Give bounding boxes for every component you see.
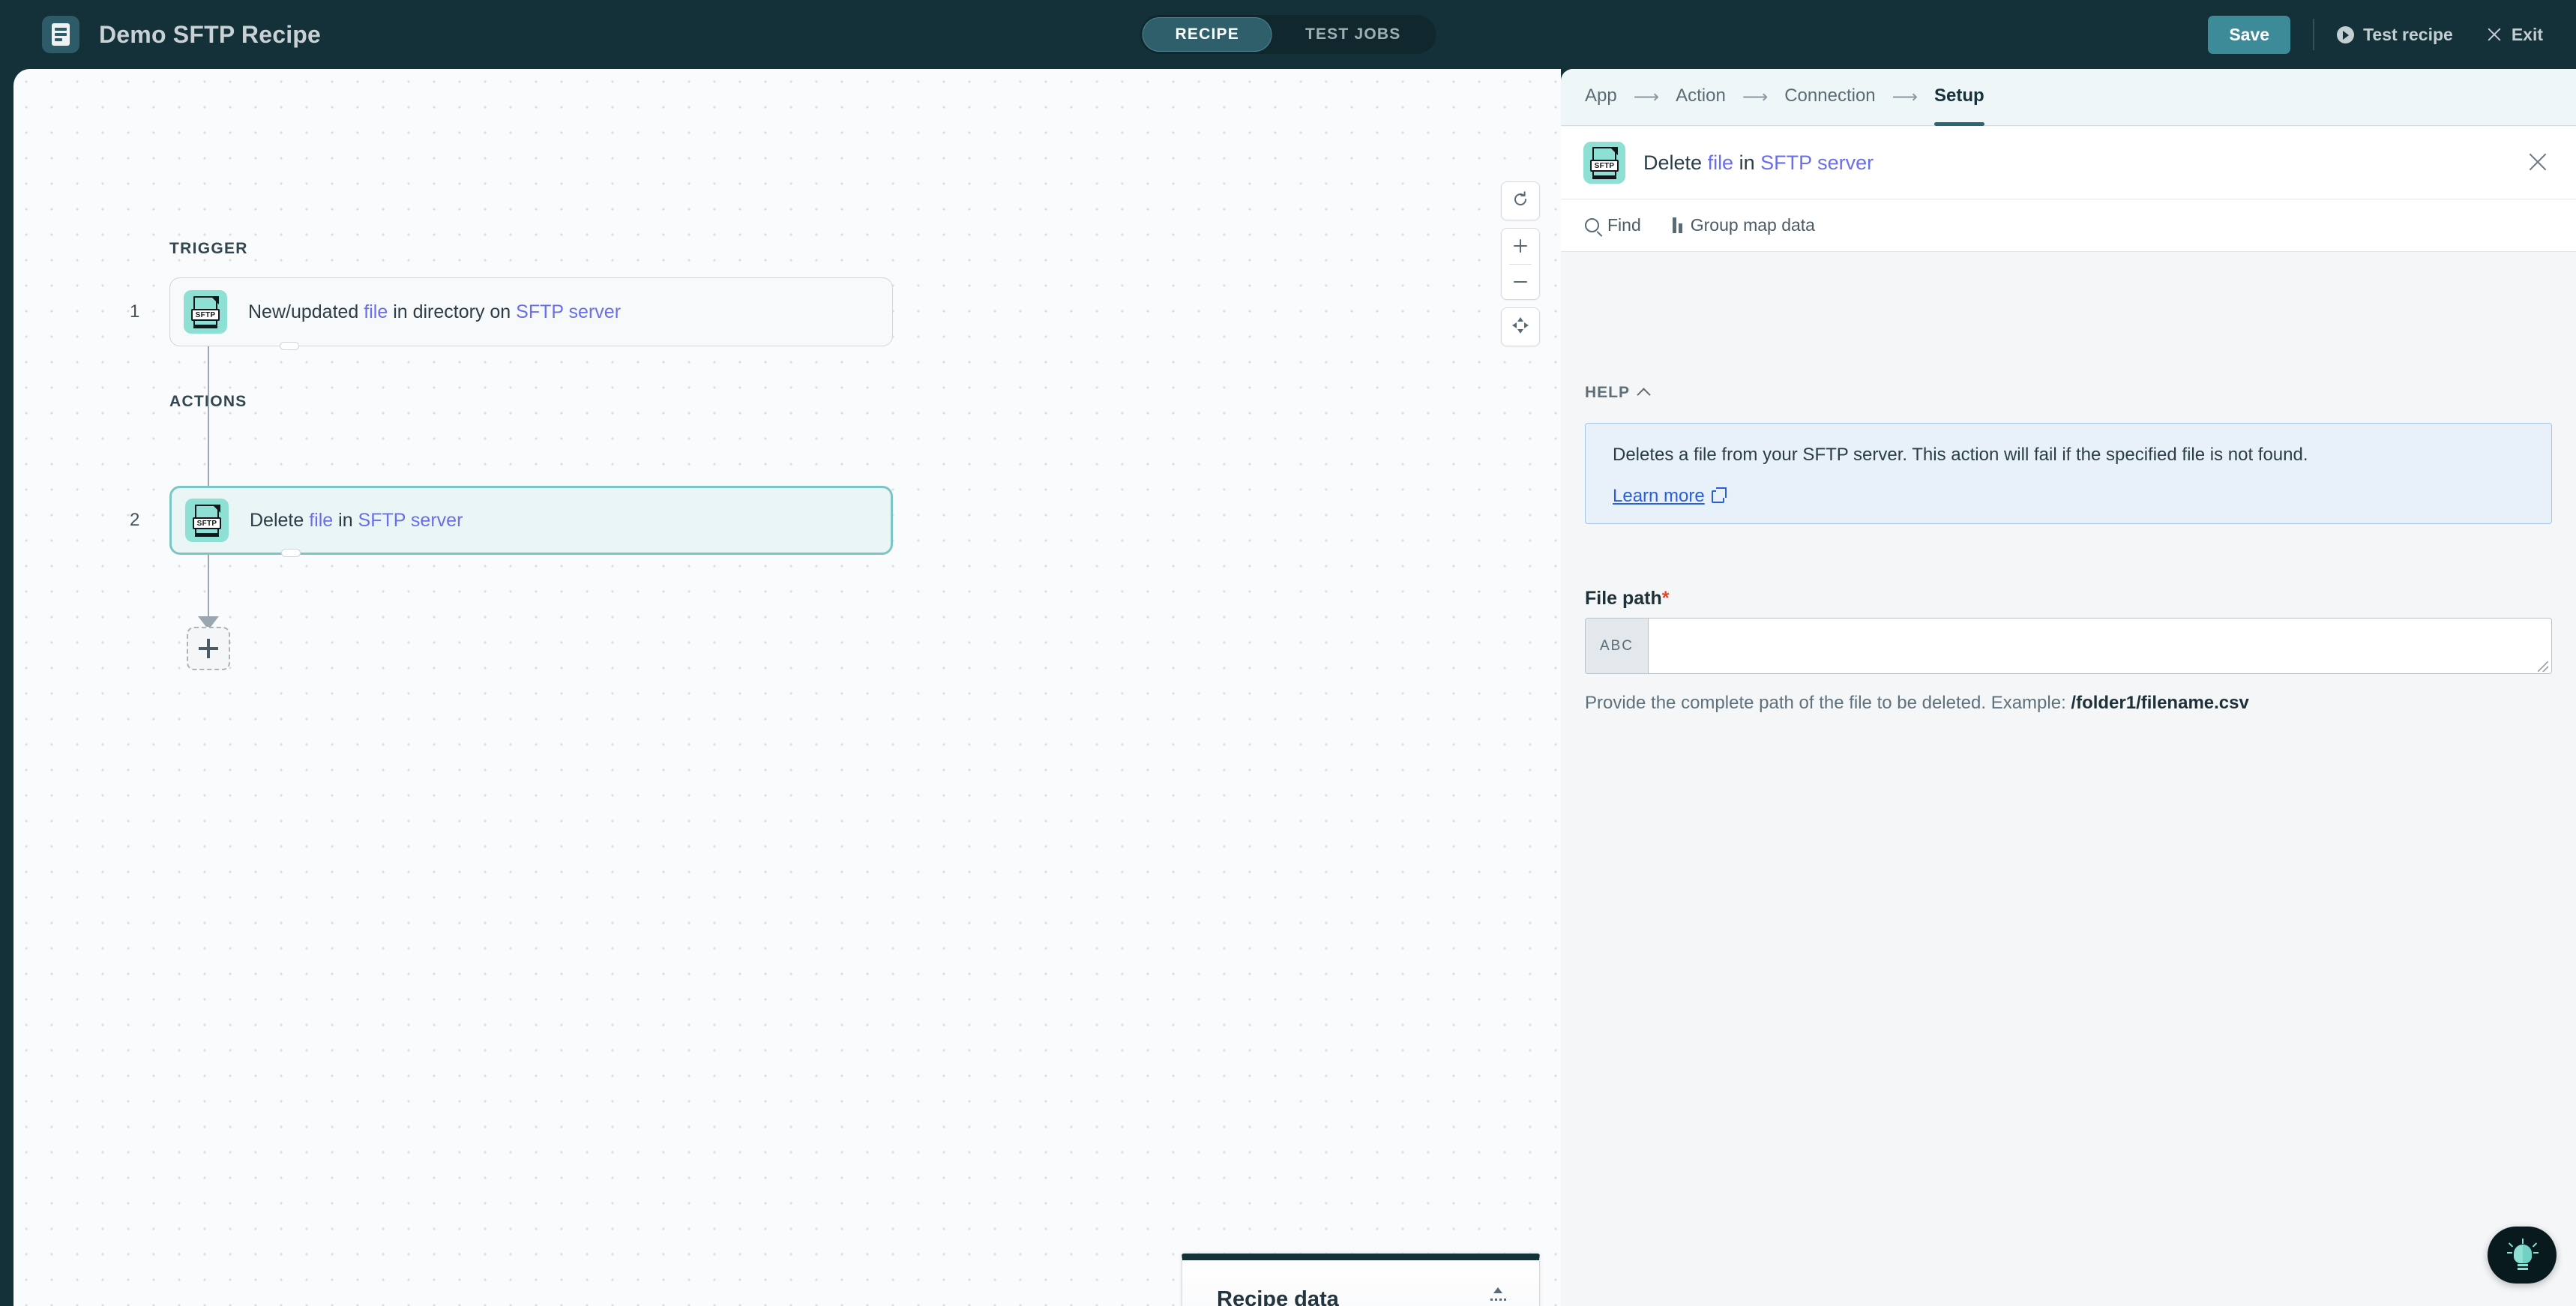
file-path-label: File path*: [1585, 588, 1670, 610]
panel-toolbar: Find Group map data: [1561, 199, 2576, 252]
divider: [2313, 19, 2315, 50]
help-callout: Deletes a file from your SFTP server. Th…: [1585, 423, 2552, 524]
panel-header-title: Delete file in SFTP server: [1643, 151, 1874, 175]
breadcrumb-arrow-icon: ⟶: [1742, 87, 1769, 107]
step-text-prefix: New/updated: [248, 301, 364, 322]
zoom-controls: [1501, 228, 1540, 300]
exit-label: Exit: [2511, 24, 2543, 44]
file-path-hint-prefix: Provide the complete path of the file to…: [1585, 693, 2071, 713]
panel-title-link-file: file: [1707, 151, 1734, 174]
file-path-input[interactable]: [1649, 619, 2551, 673]
step-drag-handle[interactable]: [281, 549, 301, 557]
step-link-file: file: [309, 509, 334, 531]
search-icon: [1585, 218, 1599, 232]
test-recipe-button[interactable]: Test recipe: [2337, 25, 2453, 45]
test-recipe-label: Test recipe: [2363, 24, 2453, 44]
sftp-file-icon: SFTP: [185, 499, 229, 542]
zoom-out-button[interactable]: [1501, 264, 1540, 299]
recipe-canvas[interactable]: TRIGGER ACTIONS 1 SFTP New/updated file …: [13, 69, 1561, 1306]
required-marker: *: [1661, 588, 1670, 609]
zoom-in-button[interactable]: [1501, 229, 1540, 264]
help-section-label: HELP: [1585, 384, 1631, 401]
breadcrumb-app[interactable]: App: [1585, 85, 1617, 109]
step-link-connector: SFTP server: [358, 509, 463, 531]
help-section-toggle[interactable]: HELP: [1585, 384, 1651, 402]
help-body-text: Deletes a file from your SFTP server. Th…: [1613, 445, 2308, 465]
brand: Demo SFTP Recipe: [42, 16, 321, 53]
file-path-hint-example: /folder1/filename.csv: [2071, 693, 2249, 713]
step-config-panel: App ⟶ Action ⟶ Connection ⟶ Setup SFTP D…: [1561, 69, 2576, 1306]
step-label-trigger: New/updated file in directory on SFTP se…: [248, 301, 621, 323]
breadcrumb-arrow-icon: ⟶: [1892, 87, 1919, 107]
close-icon[interactable]: [2527, 151, 2549, 173]
trigger-section-label: TRIGGER: [169, 240, 248, 257]
file-path-hint: Provide the complete path of the file to…: [1585, 693, 2249, 714]
vertical-resize-icon[interactable]: [1488, 1287, 1508, 1306]
save-button[interactable]: Save: [2208, 15, 2291, 54]
learn-more-label: Learn more: [1613, 486, 1705, 506]
find-button[interactable]: Find: [1585, 215, 1641, 235]
breadcrumb-setup[interactable]: Setup: [1934, 85, 1984, 126]
panel-title-middle: in: [1733, 151, 1761, 174]
group-map-data-button[interactable]: Group map data: [1672, 215, 1815, 235]
breadcrumb-connection[interactable]: Connection: [1784, 85, 1875, 109]
recipe-document-icon: [42, 16, 79, 53]
panel-header: SFTP Delete file in SFTP server: [1561, 127, 2576, 199]
group-map-data-label: Group map data: [1690, 215, 1815, 235]
step-number-1: 1: [130, 301, 140, 322]
plus-icon: [199, 639, 218, 658]
fit-to-screen-button[interactable]: [1501, 307, 1540, 346]
panel-title-prefix: Delete: [1643, 151, 1708, 174]
add-step-button[interactable]: [187, 627, 230, 670]
breadcrumb-action[interactable]: Action: [1676, 85, 1726, 109]
tab-test-jobs[interactable]: TEST JOBS: [1272, 17, 1434, 52]
breadcrumb-arrow-icon: ⟶: [1633, 87, 1660, 107]
step-drag-handle[interactable]: [280, 342, 299, 350]
step-text-middle: in directory on: [388, 301, 517, 322]
step-text-prefix: Delete: [250, 509, 310, 531]
step-link-file: file: [364, 301, 388, 322]
recipe-data-panel[interactable]: Recipe data Use data from a previous ste…: [1182, 1254, 1540, 1306]
step-text-middle: in: [333, 509, 358, 531]
file-path-label-text: File path: [1585, 588, 1662, 609]
page-title: Demo SFTP Recipe: [99, 20, 322, 48]
assistant-button[interactable]: [2488, 1227, 2557, 1284]
play-icon: [2337, 25, 2355, 43]
panel-title-link-connector: SFTP server: [1760, 151, 1874, 174]
fit-to-screen-icon: [1510, 315, 1531, 340]
top-bar-actions: Save Test recipe Exit: [2208, 0, 2543, 69]
reset-arrow-icon: [1511, 190, 1530, 213]
file-path-field[interactable]: ABC: [1585, 618, 2552, 674]
datatype-abc-icon[interactable]: ABC: [1586, 619, 1649, 673]
exit-button[interactable]: Exit: [2486, 25, 2543, 45]
view-tabs: RECIPE TEST JOBS: [1140, 15, 1436, 54]
tab-recipe[interactable]: RECIPE: [1142, 17, 1272, 52]
find-label: Find: [1607, 215, 1641, 235]
lightbulb-icon: [2507, 1239, 2539, 1272]
map-data-icon: [1672, 217, 1682, 233]
sftp-file-icon: SFTP: [1583, 142, 1625, 184]
recipe-data-title: Recipe data: [1217, 1287, 1339, 1306]
learn-more-link[interactable]: Learn more: [1613, 486, 1727, 507]
step-card-trigger[interactable]: SFTP New/updated file in directory on SF…: [169, 277, 893, 350]
step-number-2: 2: [130, 510, 140, 530]
reset-view-button[interactable]: [1501, 181, 1540, 220]
step-label-action: Delete file in SFTP server: [250, 510, 463, 532]
chevron-up-icon: [1637, 388, 1651, 402]
sftp-file-icon: SFTP: [184, 290, 227, 334]
step-link-connector: SFTP server: [516, 301, 622, 322]
step-card-action[interactable]: SFTP Delete file in SFTP server: [169, 486, 893, 557]
breadcrumb: App ⟶ Action ⟶ Connection ⟶ Setup: [1561, 69, 2576, 126]
top-bar: Demo SFTP Recipe RECIPE TEST JOBS Save T…: [0, 0, 2576, 69]
close-icon: [2486, 26, 2503, 43]
external-link-icon: [1711, 487, 1727, 503]
